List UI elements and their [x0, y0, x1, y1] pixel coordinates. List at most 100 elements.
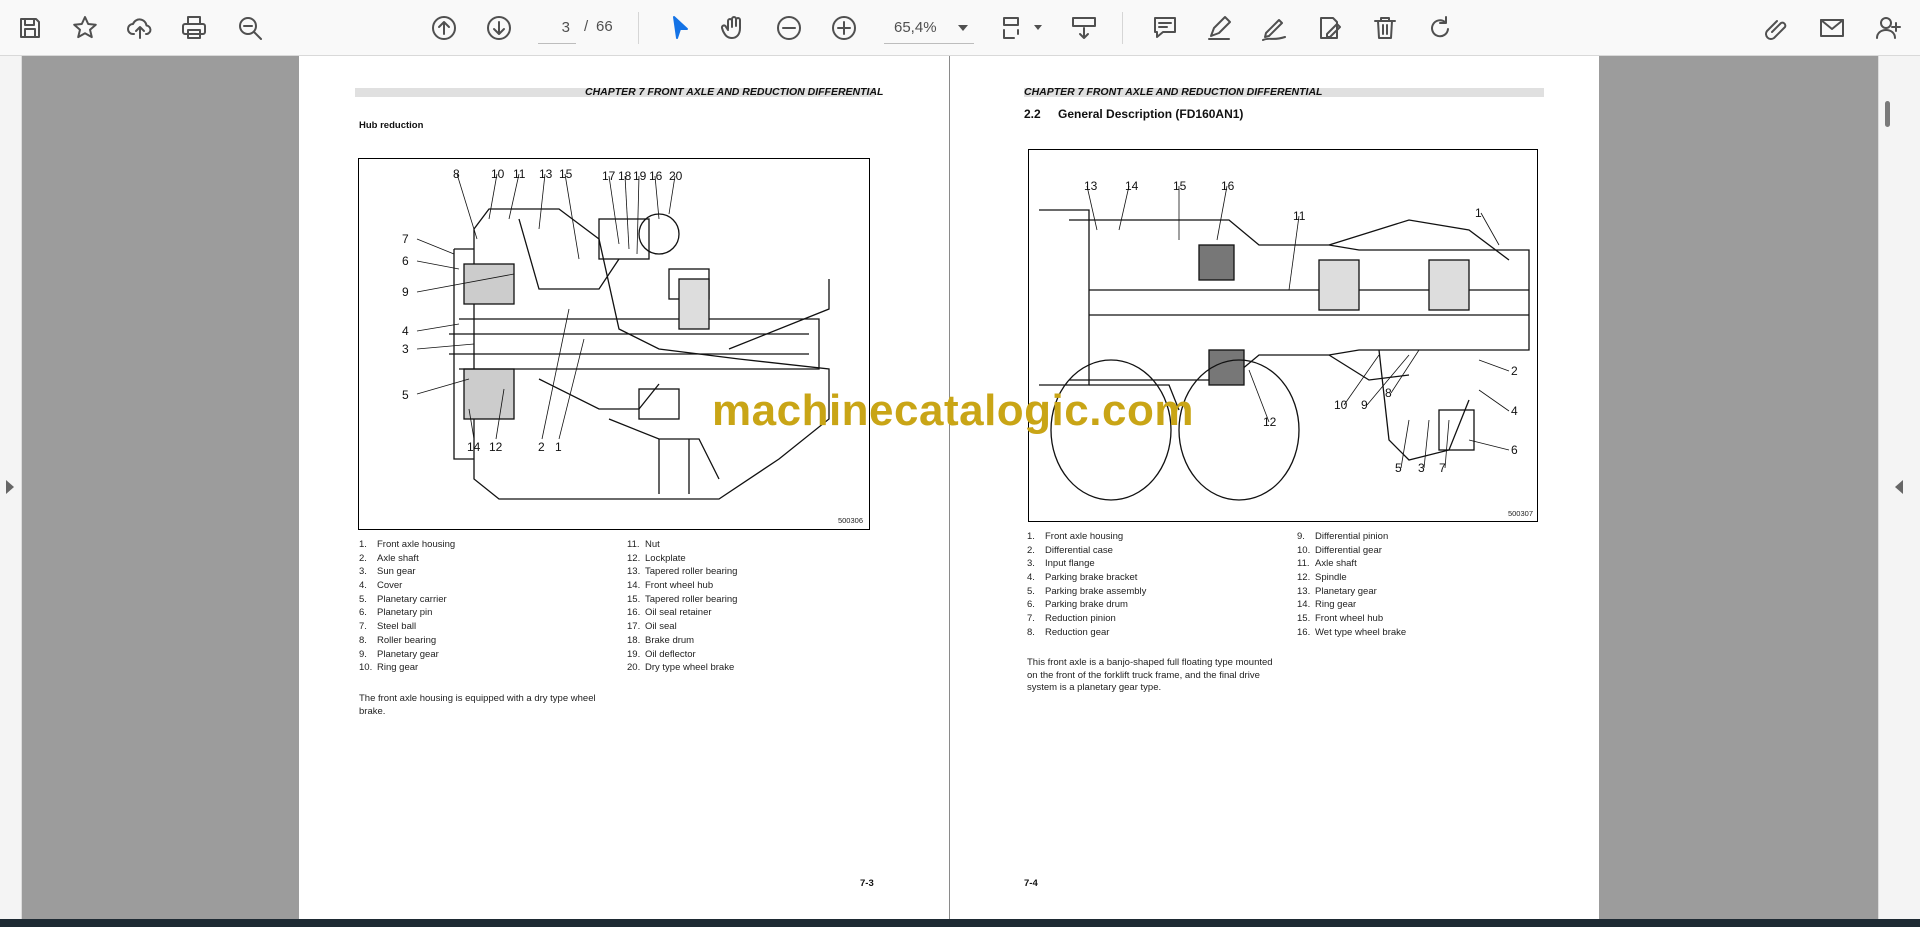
arrow-up-circle-icon[interactable]	[426, 10, 462, 46]
watermark-text: machinecatalogic.com	[712, 386, 1194, 435]
callout-label: 10	[1334, 398, 1348, 412]
scroll-mode-icon[interactable]	[1066, 10, 1102, 46]
callout-label: 3	[1418, 461, 1425, 475]
list-item: 5. Parking brake assembly	[1027, 585, 1147, 597]
callout-label: 1	[1475, 206, 1482, 220]
pen-icon[interactable]	[1201, 10, 1237, 46]
callout-label: 13	[539, 167, 553, 181]
minus-circle-icon[interactable]	[771, 10, 807, 46]
fill-sign-icon[interactable]	[1311, 10, 1347, 46]
expand-right-panel-icon[interactable]	[1895, 480, 1903, 494]
callout-label: 16	[1221, 179, 1235, 193]
hand-icon[interactable]	[716, 10, 752, 46]
figure-code: 500307	[1507, 509, 1533, 518]
trash-icon[interactable]	[1367, 10, 1403, 46]
callout-label: 16	[649, 169, 663, 183]
page-number: 7-4	[1024, 878, 1038, 889]
hub-reduction-figure: 8 10 11 13 15 17 18 19 16 20 7 6 9 4 3 5	[358, 158, 870, 530]
toolbar-divider	[638, 12, 639, 44]
callout-label: 2	[538, 440, 545, 454]
callout-label: 18	[618, 169, 632, 183]
callout-label: 9	[402, 285, 409, 299]
vertical-scrollbar-thumb[interactable]	[1885, 101, 1890, 127]
rotate-icon[interactable]	[1422, 10, 1458, 46]
page-separator: /	[584, 18, 589, 35]
callout-label: 12	[1263, 415, 1277, 429]
mail-icon[interactable]	[1814, 10, 1850, 46]
parts-list-col1: 1. Front axle housing 2. Axle shaft 3. Sun …	[359, 538, 455, 675]
arrow-down-circle-icon[interactable]	[481, 10, 517, 46]
list-item: 9. Differential pinion	[1297, 531, 1389, 542]
add-user-icon[interactable]	[1870, 10, 1906, 46]
section-title: General Description (FD160AN1)	[1058, 107, 1244, 121]
callout-label: 17	[602, 169, 616, 183]
figure-callouts: 8 10 11 13 15 17 18 19 16 20 7 6 9 4 3 5	[402, 167, 683, 454]
callout-label: 3	[402, 342, 409, 356]
list-item: 15. Front wheel hub	[1297, 613, 1384, 625]
chevron-down-icon[interactable]	[1034, 25, 1042, 30]
document-page-left: CHAPTER 7 FRONT AXLE AND REDUCTION DIFFE…	[299, 56, 949, 919]
list-item: 14. Front wheel hub	[627, 580, 714, 592]
page-total: 66	[596, 18, 613, 35]
chevron-down-icon	[958, 25, 968, 31]
body-paragraph: This front axle is a banjo-shaped full f…	[1027, 657, 1273, 693]
list-item: 2. Axle shaft	[359, 552, 419, 564]
callout-label: 6	[1511, 443, 1518, 457]
callout-label: 19	[633, 169, 647, 183]
list-item: 3. Input flange	[1027, 558, 1095, 570]
callout-label: 7	[402, 232, 409, 246]
parts-list-col2: 9. Differential pinion 10. Differential ge…	[1297, 530, 1406, 640]
list-item: 11. Nut	[627, 539, 660, 550]
toolbar-divider	[1122, 12, 1123, 44]
list-item: 1. Front axle housing	[359, 539, 456, 550]
front-axle-drawing: 13 14 15 16 11 1 2 8 4 10 9 12 6 5 3 7	[1039, 179, 1530, 501]
page-number-input[interactable]	[538, 12, 576, 44]
list-item: 15. Tapered roller bearing	[627, 593, 738, 605]
list-item: 18. Brake drum	[627, 634, 695, 646]
list-item: 6. Parking brake drum	[1027, 599, 1128, 611]
callout-label: 2	[1511, 364, 1518, 378]
right-panel-rail[interactable]	[1878, 56, 1920, 919]
callout-label: 15	[1173, 179, 1187, 193]
document-page-right: CHAPTER 7 FRONT AXLE AND REDUCTION DIFFE…	[949, 56, 1599, 919]
callout-label: 5	[402, 388, 409, 402]
list-item: 9. Planetary gear	[359, 648, 439, 660]
list-item: 1. Front axle housing	[1027, 531, 1124, 542]
callout-label: 11	[1293, 209, 1306, 223]
callout-label: 8	[1385, 386, 1392, 400]
list-item: 16. Wet type wheel brake	[1297, 626, 1407, 638]
hub-reduction-drawing: 8 10 11 13 15 17 18 19 16 20 7 6 9 4 3 5	[402, 167, 830, 500]
callout-label: 11	[513, 167, 526, 181]
left-panel-rail[interactable]	[0, 56, 22, 919]
print-icon[interactable]	[176, 10, 212, 46]
comment-icon[interactable]	[1147, 10, 1183, 46]
cloud-upload-icon[interactable]	[122, 10, 158, 46]
list-item: 17. Oil seal	[627, 621, 677, 633]
callout-label: 7	[1439, 461, 1446, 475]
list-item: 8. Reduction gear	[1027, 626, 1110, 638]
fit-page-icon[interactable]	[994, 10, 1030, 46]
expand-left-panel-icon[interactable]	[6, 480, 14, 494]
list-item: 3. Sun gear	[359, 566, 416, 578]
plus-circle-icon[interactable]	[826, 10, 862, 46]
cursor-icon[interactable]	[662, 10, 698, 46]
list-item: 14. Ring gear	[1297, 599, 1357, 611]
callout-label: 1	[555, 440, 562, 454]
zoom-select[interactable]: 65,4%	[884, 12, 974, 44]
list-item: 4. Parking brake bracket	[1027, 572, 1138, 584]
star-icon[interactable]	[67, 10, 103, 46]
callout-label: 4	[1511, 404, 1518, 418]
list-item: 11. Axle shaft	[1297, 558, 1357, 570]
list-item: 10. Ring gear	[359, 662, 419, 674]
toolbar: / 66 65,4%	[0, 0, 1920, 56]
draw-icon[interactable]	[1256, 10, 1292, 46]
save-icon[interactable]	[12, 10, 48, 46]
callout-label: 10	[491, 167, 505, 181]
callout-label: 8	[453, 167, 460, 181]
zoom-search-icon[interactable]	[232, 10, 268, 46]
attach-edit-icon[interactable]	[1758, 10, 1794, 46]
section-title: Hub reduction	[359, 120, 424, 131]
list-item: 7. Reduction pinion	[1027, 613, 1116, 625]
chapter-title: CHAPTER 7 FRONT AXLE AND REDUCTION DIFFE…	[1024, 86, 1323, 98]
list-item: 13. Planetary gear	[1297, 585, 1377, 597]
